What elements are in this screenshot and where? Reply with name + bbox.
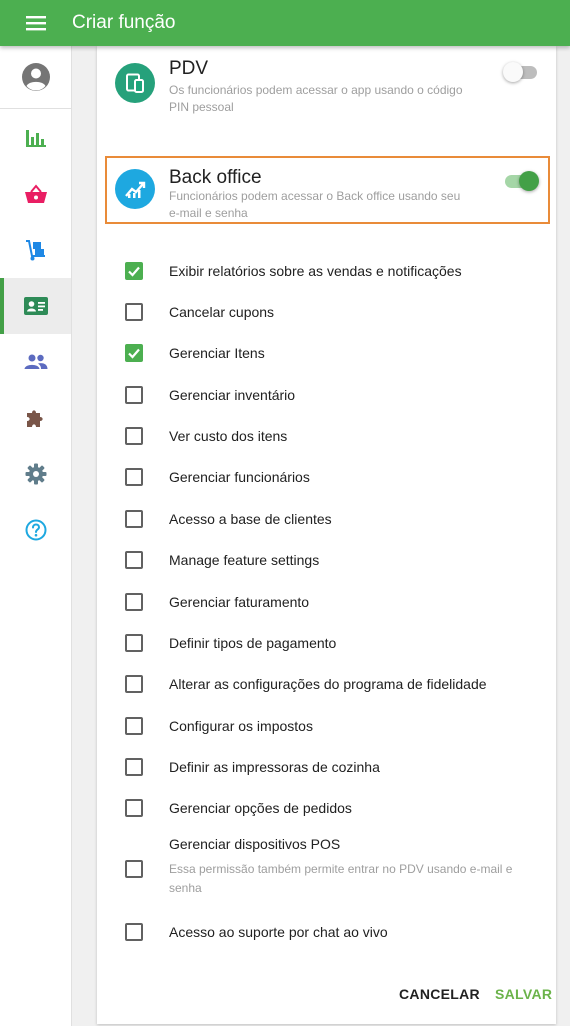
dialog-actions: CANCELAR SALVAR	[97, 976, 556, 1016]
bar-chart-icon	[25, 130, 46, 147]
role-pos-icon-circle	[115, 63, 155, 103]
permission-checkbox[interactable]	[125, 344, 143, 362]
role-title: PDV	[169, 58, 209, 79]
role-description: Os funcionários podem acessar o app usan…	[169, 83, 463, 114]
role-description: Funcionários podem acessar o Back office…	[169, 189, 461, 220]
role-title: Back office	[169, 167, 262, 188]
role-pos: PDV Os funcionários podem acessar o app …	[105, 52, 550, 120]
create-role-card: PDV Os funcionários podem acessar o app …	[97, 46, 556, 1024]
permission-checkbox[interactable]	[125, 717, 143, 735]
people-icon	[24, 354, 47, 369]
permission-label: Definir as impressoras de cozinha	[169, 759, 380, 775]
role-back-office-icon-circle	[115, 169, 155, 209]
permission-checkbox[interactable]	[125, 386, 143, 404]
permission-checkbox[interactable]	[125, 468, 143, 486]
permission-checkbox[interactable]	[125, 799, 143, 817]
permission-label: Gerenciar faturamento	[169, 594, 310, 610]
permission-label: Configurar os impostos	[169, 718, 313, 734]
sidebar-item-inventory[interactable]	[0, 222, 71, 278]
avatar-icon	[21, 63, 50, 91]
puzzle-icon	[26, 410, 43, 427]
cancel-button[interactable]: CANCELAR	[399, 986, 480, 1002]
check-icon	[128, 266, 140, 277]
devices-icon	[126, 73, 144, 93]
permission-checkbox[interactable]	[125, 262, 143, 280]
permission-checkbox[interactable]	[125, 923, 143, 941]
permission-checkbox[interactable]	[125, 551, 143, 569]
permission-label: Exibir relatórios sobre as vendas e noti…	[169, 263, 462, 279]
permission-checkbox[interactable]	[125, 634, 143, 652]
gear-icon	[25, 463, 46, 485]
app-bar: Criar função	[0, 0, 570, 46]
permission-label: Gerenciar funcionários	[169, 469, 310, 485]
permission-label: Alterar as configurações do programa de …	[169, 676, 487, 692]
check-icon	[128, 348, 140, 359]
sidebar-item-account[interactable]	[0, 46, 71, 109]
toggle-thumb	[519, 171, 539, 191]
permission-label: Ver custo dos itens	[169, 428, 288, 444]
sidebar-item-customers[interactable]	[0, 334, 71, 390]
permission-label: Gerenciar opções de pedidos	[169, 800, 352, 816]
sidebar-item-settings[interactable]	[0, 446, 71, 502]
basket-icon	[24, 184, 47, 203]
permission-label: Definir tipos de pagamento	[169, 635, 337, 651]
trending-up-icon	[125, 181, 146, 198]
help-icon	[25, 519, 46, 541]
sidebar-item-employees[interactable]	[0, 278, 71, 334]
permission-label: Cancelar cupons	[169, 304, 275, 320]
save-button[interactable]: SALVAR	[495, 986, 552, 1002]
permission-checkbox[interactable]	[125, 510, 143, 528]
permission-label: Gerenciar Itens	[169, 345, 265, 361]
permission-checkbox[interactable]	[125, 303, 143, 321]
permission-checkbox[interactable]	[125, 593, 143, 611]
permission-checkbox[interactable]	[125, 758, 143, 776]
permission-sublabel: Essa permissão também permite entrar no …	[169, 862, 513, 895]
permission-label: Acesso ao suporte por chat ao vivo	[169, 924, 388, 940]
back-office-access-toggle[interactable]	[503, 171, 539, 191]
permission-label: Gerenciar dispositivos POS	[169, 836, 341, 852]
sidebar-item-sales[interactable]	[0, 166, 71, 222]
sidebar-item-help[interactable]	[0, 502, 71, 558]
sidebar-item-integrations[interactable]	[0, 390, 71, 446]
toggle-thumb	[503, 62, 523, 82]
page-title: Criar função	[72, 12, 176, 33]
permission-checkbox[interactable]	[125, 860, 143, 878]
permission-label: Manage feature settings	[169, 552, 320, 568]
sidebar	[0, 46, 72, 1026]
permission-checkbox[interactable]	[125, 675, 143, 693]
role-back-office: Back office Funcionários podem acessar o…	[105, 156, 550, 224]
badge-icon	[23, 297, 48, 315]
menu-button[interactable]	[0, 0, 72, 46]
pos-access-toggle[interactable]	[503, 62, 539, 82]
permission-label: Acesso a base de clientes	[169, 511, 332, 527]
hand-truck-icon	[25, 240, 45, 261]
permission-label: Gerenciar inventário	[169, 387, 296, 403]
permission-checkbox[interactable]	[125, 427, 143, 445]
sidebar-item-reports[interactable]	[0, 110, 71, 166]
menu-icon	[26, 16, 46, 31]
